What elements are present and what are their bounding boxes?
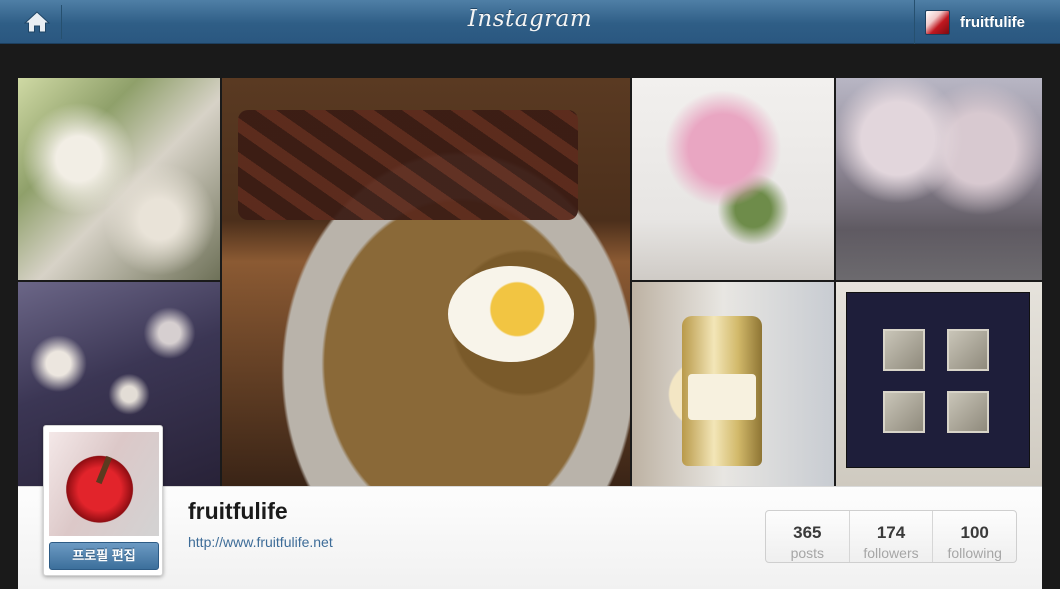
photo-tile[interactable]	[632, 282, 834, 486]
stat-value: 365	[793, 523, 822, 542]
stat-label: following	[947, 545, 1002, 561]
stat-value: 174	[876, 523, 906, 542]
profile-avatar-card: 프로필 편집	[43, 425, 163, 576]
top-bar: Instagram fruitfulife	[0, 0, 1060, 44]
profile-name: fruitfulife	[188, 498, 288, 524]
profile-avatar[interactable]	[49, 432, 159, 536]
stat-following[interactable]: 100 following	[932, 511, 1016, 562]
stat-followers[interactable]: 174 followers	[848, 511, 933, 562]
user-avatar	[925, 9, 950, 35]
stat-posts[interactable]: 365 posts	[766, 511, 849, 562]
profile-stats: 365 posts 174 followers 100 following	[765, 510, 1017, 563]
edit-profile-button[interactable]: 프로필 편집	[49, 542, 159, 570]
photo-tile-featured[interactable]	[222, 78, 630, 486]
stat-value: 100	[960, 523, 989, 542]
photo-tile[interactable]	[18, 78, 220, 280]
photo-tile[interactable]	[836, 282, 1042, 486]
home-icon	[24, 11, 50, 33]
user-menu-button[interactable]: fruitfulife	[914, 0, 1040, 44]
photo-tile[interactable]	[632, 78, 834, 280]
profile-url-link[interactable]: http://www.fruitfulife.net	[188, 534, 333, 550]
stat-label: posts	[790, 545, 825, 561]
brand-logo[interactable]: Instagram	[430, 6, 630, 32]
user-name: fruitfulife	[960, 13, 1025, 31]
stat-label: followers	[863, 545, 919, 561]
photo-tile[interactable]	[836, 78, 1042, 280]
photo-grid	[18, 78, 1042, 486]
home-button[interactable]	[16, 5, 62, 39]
